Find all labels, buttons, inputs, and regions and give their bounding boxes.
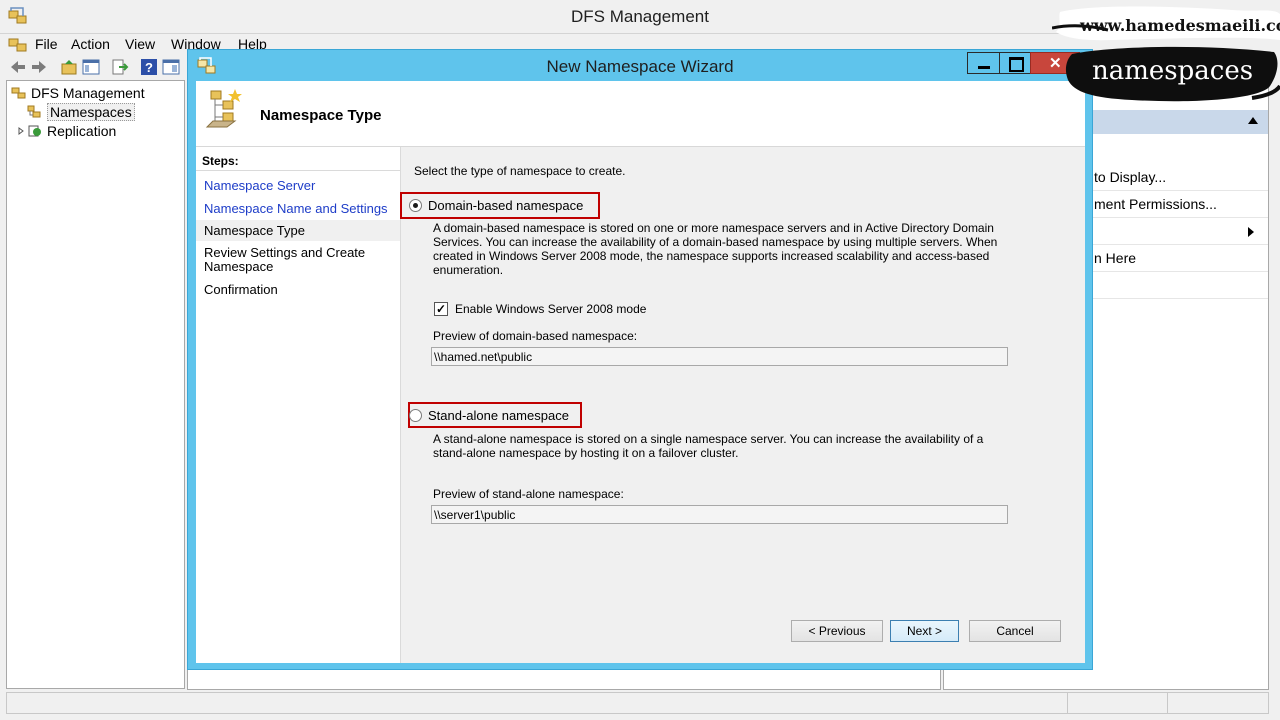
forward-arrow-icon[interactable] bbox=[30, 58, 48, 76]
console-tree: DFS Management Namespaces Replication bbox=[6, 80, 185, 689]
expand-arrow-icon[interactable] bbox=[17, 124, 25, 138]
tree-item-dfs-management[interactable]: DFS Management bbox=[11, 85, 145, 101]
step-namespace-server[interactable]: Namespace Server bbox=[204, 179, 394, 193]
tree-item-namespaces[interactable]: Namespaces bbox=[27, 103, 135, 121]
wizard-page-title: Namespace Type bbox=[260, 107, 382, 124]
step-review-settings: Review Settings and Create Namespace bbox=[204, 245, 366, 274]
standalone-radio-option[interactable]: Stand-alone namespace bbox=[409, 408, 569, 423]
menu-file[interactable]: File bbox=[35, 36, 58, 52]
export-list-icon[interactable] bbox=[111, 58, 129, 76]
action-here-label: n Here bbox=[1094, 250, 1137, 266]
svg-text:?: ? bbox=[145, 60, 153, 75]
up-folder-icon[interactable] bbox=[60, 58, 78, 76]
standalone-radio[interactable] bbox=[409, 409, 422, 422]
domain-preview-field: \\hamed.net\public bbox=[431, 347, 1008, 366]
domain-based-label: Domain-based namespace bbox=[428, 198, 584, 213]
domain-based-description: A domain-based namespace is stored on on… bbox=[433, 221, 998, 277]
namespaces-icon bbox=[27, 105, 41, 118]
standalone-description: A stand-alone namespace is stored on a s… bbox=[433, 432, 984, 460]
namespace-wizard-icon bbox=[205, 89, 242, 128]
standalone-label: Stand-alone namespace bbox=[428, 408, 569, 423]
help-icon[interactable]: ? bbox=[140, 58, 158, 76]
action-permissions-label: ment Permissions... bbox=[1094, 196, 1217, 212]
tree-item-replication[interactable]: Replication bbox=[17, 123, 116, 139]
tree-root-label: DFS Management bbox=[31, 85, 145, 101]
properties-pane-icon[interactable] bbox=[162, 58, 180, 76]
server-2008-mode-checkbox[interactable]: ✓ bbox=[434, 302, 448, 316]
instruction-text: Select the type of namespace to create. bbox=[414, 164, 626, 178]
menu-view[interactable]: View bbox=[125, 36, 155, 52]
console-icon[interactable] bbox=[8, 36, 28, 53]
dfs-management-icon bbox=[11, 87, 26, 99]
previous-button[interactable]: < Previous bbox=[791, 620, 883, 642]
maximize-button[interactable] bbox=[999, 52, 1031, 74]
tree-item-namespaces-label: Namespaces bbox=[47, 103, 135, 121]
menu-action[interactable]: Action bbox=[71, 36, 110, 52]
watermark-url: www.hamedesmaeili.com bbox=[1080, 16, 1280, 35]
server-2008-mode-label: Enable Windows Server 2008 mode bbox=[455, 302, 647, 316]
tree-item-replication-label: Replication bbox=[47, 123, 117, 139]
replication-icon bbox=[28, 125, 41, 137]
domain-preview-label: Preview of domain-based namespace: bbox=[433, 329, 638, 343]
standalone-preview-label: Preview of stand-alone namespace: bbox=[433, 487, 624, 501]
watermark-tag: namespaces bbox=[1092, 56, 1254, 86]
action-display-label: to Display... bbox=[1094, 169, 1167, 185]
wizard-body: Steps: Namespace Server Namespace Name a… bbox=[196, 147, 1085, 663]
step-confirmation: Confirmation bbox=[204, 282, 278, 297]
step-namespace-name-settings[interactable]: Namespace Name and Settings bbox=[204, 202, 394, 216]
wizard-header: Namespace Type bbox=[196, 81, 1085, 147]
standalone-preview-field: \\server1\public bbox=[431, 505, 1008, 524]
steps-pane: Steps: Namespace Server Namespace Name a… bbox=[196, 147, 401, 663]
domain-based-radio[interactable] bbox=[409, 199, 422, 212]
domain-based-radio-option[interactable]: Domain-based namespace bbox=[409, 198, 583, 213]
results-pane bbox=[187, 668, 941, 690]
next-button[interactable]: Next > bbox=[890, 620, 959, 642]
submenu-arrow-icon bbox=[1248, 227, 1254, 237]
show-hide-tree-icon[interactable] bbox=[82, 58, 100, 76]
status-divider bbox=[1067, 693, 1068, 713]
collapse-up-icon[interactable] bbox=[1248, 117, 1258, 124]
wizard-title-bar[interactable]: New Namespace Wizard bbox=[188, 50, 1092, 81]
server-2008-mode-option[interactable]: ✓ Enable Windows Server 2008 mode bbox=[434, 302, 646, 316]
steps-title: Steps: bbox=[196, 151, 400, 171]
step-namespace-type: Namespace Type bbox=[196, 220, 400, 241]
minimize-button[interactable] bbox=[967, 52, 1000, 74]
back-arrow-icon[interactable] bbox=[9, 58, 27, 76]
new-namespace-wizard: New Namespace Wizard Namespace Type Step… bbox=[187, 49, 1093, 670]
status-bar bbox=[6, 692, 1269, 714]
status-divider bbox=[1167, 693, 1168, 713]
namespace-type-content: Select the type of namespace to create. … bbox=[400, 147, 1084, 663]
close-button[interactable] bbox=[1030, 52, 1080, 74]
cancel-button[interactable]: Cancel bbox=[969, 620, 1061, 642]
wizard-title: New Namespace Wizard bbox=[546, 57, 734, 76]
